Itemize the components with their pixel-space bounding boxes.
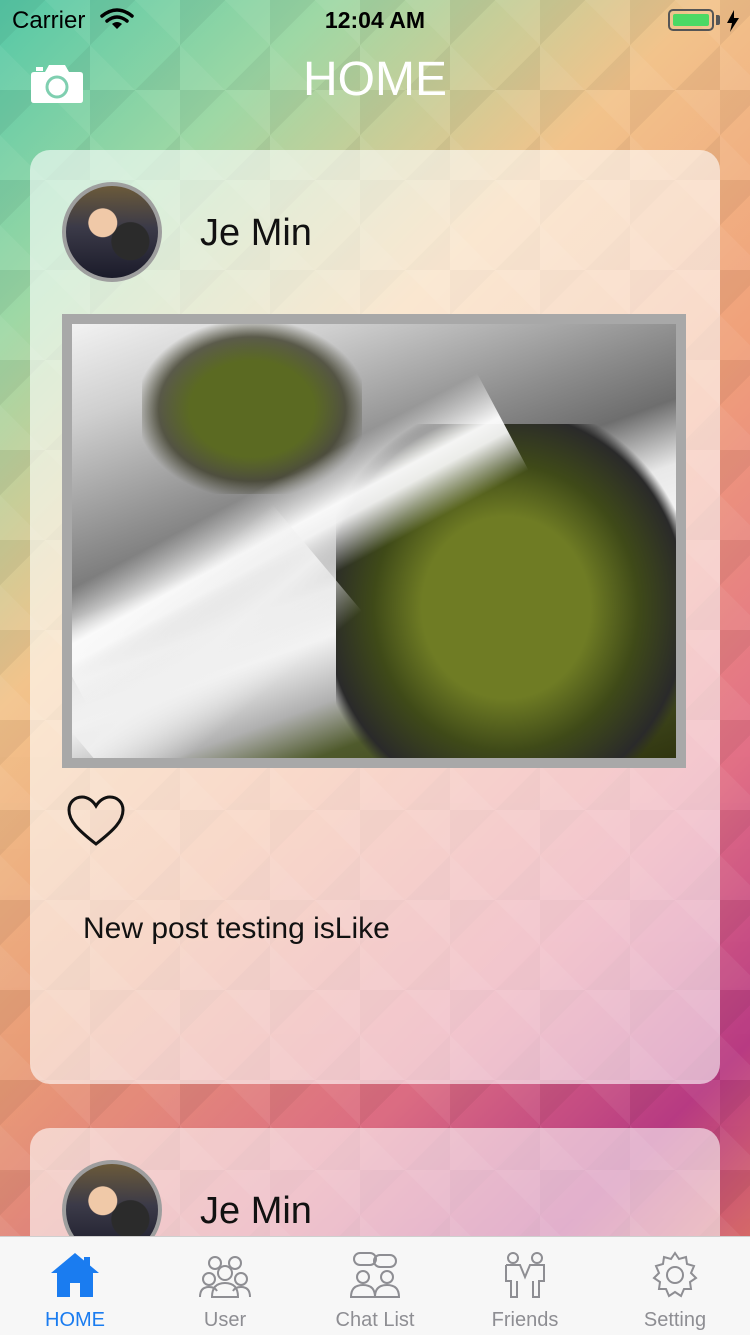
post-card: Je Min New post testing isLike bbox=[30, 150, 720, 1084]
home-icon bbox=[51, 1253, 99, 1297]
avatar[interactable] bbox=[62, 182, 162, 282]
status-bar: Carrier 12:04 AM bbox=[0, 0, 750, 40]
post-photo[interactable] bbox=[72, 324, 676, 758]
nav-bar: HOME bbox=[0, 40, 750, 120]
tab-chat-list[interactable]: Chat List bbox=[300, 1237, 450, 1335]
battery-tip bbox=[716, 15, 720, 25]
charging-icon bbox=[727, 10, 739, 32]
like-heart-icon[interactable] bbox=[66, 794, 126, 848]
status-time: 12:04 AM bbox=[324, 7, 426, 33]
tab-home[interactable]: HOME bbox=[0, 1237, 150, 1335]
tab-label: Setting bbox=[643, 1309, 707, 1331]
tab-label: Chat List bbox=[335, 1309, 415, 1331]
tab-label: Friends bbox=[491, 1309, 559, 1331]
chat-icon bbox=[349, 1252, 401, 1298]
friends-icon bbox=[505, 1252, 545, 1298]
tab-user[interactable]: User bbox=[150, 1237, 300, 1335]
tab-label: HOME bbox=[45, 1309, 105, 1331]
post-author[interactable]: Je Min bbox=[200, 212, 312, 255]
post-author[interactable]: Je Min bbox=[200, 1190, 312, 1233]
tab-setting[interactable]: Setting bbox=[600, 1237, 750, 1335]
battery-icon bbox=[668, 9, 714, 31]
post-photo-frame bbox=[62, 314, 686, 768]
tab-bar: HOME User Chat List Friends Setting bbox=[0, 1236, 750, 1335]
gear-icon bbox=[652, 1251, 698, 1298]
page-title: HOME bbox=[303, 53, 447, 106]
users-icon bbox=[199, 1256, 251, 1298]
tab-label: User bbox=[203, 1309, 247, 1331]
tab-friends[interactable]: Friends bbox=[450, 1237, 600, 1335]
post-caption: New post testing isLike bbox=[83, 912, 390, 945]
